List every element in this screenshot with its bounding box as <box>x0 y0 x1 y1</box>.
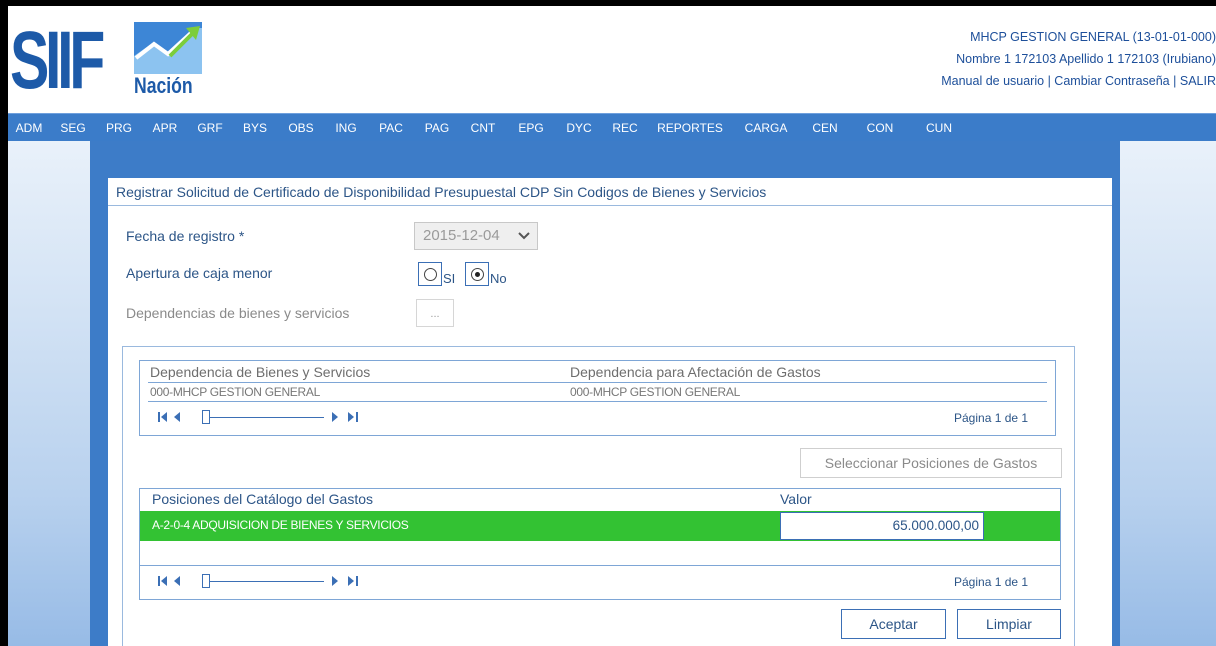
logo-text: SIIF <box>10 15 105 106</box>
logo-chart-icon <box>134 22 202 74</box>
menu-item-obs[interactable]: OBS <box>278 114 324 142</box>
menu-item-cun[interactable]: CUN <box>910 114 968 142</box>
user-info: MHCP GESTION GENERAL (13-01-01-000) Nomb… <box>941 26 1216 92</box>
cell-dependencia-gastos: 000-MHCP GESTION GENERAL <box>570 385 740 399</box>
page-slider-handle[interactable] <box>202 410 210 424</box>
fecha-value: 2015-12-04 <box>423 227 500 244</box>
logo-subtitle: Nación <box>134 73 193 98</box>
fecha-select[interactable]: 2015-12-04 <box>414 222 538 250</box>
menu-item-ing[interactable]: ING <box>324 114 368 142</box>
first-page-icon[interactable] <box>158 575 188 587</box>
select-positions-button[interactable]: Seleccionar Posiciones de Gastos <box>800 448 1062 478</box>
menu-item-pac[interactable]: PAC <box>368 114 414 142</box>
header: SIIF Nación MHCP GESTION GENERAL (13-01-… <box>8 6 1216 113</box>
radio-no-label: No <box>490 271 507 286</box>
radio-si[interactable] <box>418 262 442 286</box>
header-divider <box>148 382 1047 383</box>
pager-1: Página 1 de 1 <box>158 409 1048 427</box>
menu-item-cen[interactable]: CEN <box>800 114 850 142</box>
menu-item-rec[interactable]: REC <box>602 114 648 142</box>
menu-item-prg[interactable]: PRG <box>96 114 142 142</box>
menu-item-bys[interactable]: BYS <box>232 114 278 142</box>
link-separator: | <box>1173 74 1177 88</box>
org-name: MHCP GESTION GENERAL (13-01-01-000) <box>970 30 1216 44</box>
user-name: Nombre 1 172103 Apellido 1 172103 (Irubi… <box>956 52 1216 66</box>
menu-item-epg[interactable]: EPG <box>506 114 556 142</box>
main-menu: ADM SEG PRG APR GRF BYS OBS ING PAC PAG … <box>8 113 1216 141</box>
chevron-down-icon <box>517 223 531 258</box>
menu-item-adm[interactable]: ADM <box>8 114 50 142</box>
first-page-icon[interactable] <box>158 411 188 423</box>
header-links: Manual de usuario | Cambiar Contraseña |… <box>941 70 1216 92</box>
dependencias-picker-button[interactable]: ... <box>416 299 454 327</box>
radio-si-dot <box>424 268 437 281</box>
menu-item-dyc[interactable]: DYC <box>556 114 602 142</box>
col-header-dependencia-gastos: Dependencia para Afectación de Gastos <box>570 364 821 380</box>
menu-item-apr[interactable]: APR <box>142 114 188 142</box>
page-slider-track[interactable] <box>210 417 324 418</box>
pager-2: Página 1 de 1 <box>158 573 1048 591</box>
col-header-dependencia-bys: Dependencia de Bienes y Servicios <box>150 364 371 380</box>
menu-item-reportes[interactable]: REPORTES <box>648 114 732 142</box>
fecha-label: Fecha de registro * <box>126 228 245 244</box>
pagination-text: Página 1 de 1 <box>954 411 1029 425</box>
posiciones-grid: Posiciones del Catálogo del Gastos Valor… <box>139 488 1061 600</box>
clear-button[interactable]: Limpiar <box>957 609 1061 639</box>
radio-no[interactable] <box>465 262 489 286</box>
valor-input[interactable]: 65.000.000,00 <box>780 512 984 540</box>
cell-posicion: A-2-0-4 ADQUISICION DE BIENES Y SERVICIO… <box>152 518 409 532</box>
dependencias-label: Dependencias de bienes y servicios <box>126 305 350 321</box>
accept-button[interactable]: Aceptar <box>841 609 946 639</box>
change-password-link[interactable]: Cambiar Contraseña <box>1054 74 1169 88</box>
form-title: Registrar Solicitud de Certificado de Di… <box>116 184 767 200</box>
menu-item-carga[interactable]: CARGA <box>732 114 800 142</box>
col-header-valor: Valor <box>780 491 812 507</box>
link-separator: | <box>1047 74 1051 88</box>
col-header-posiciones: Posiciones del Catálogo del Gastos <box>152 491 374 507</box>
radio-si-label: SI <box>443 271 456 286</box>
page-slider-track[interactable] <box>210 581 324 582</box>
page-slider-handle[interactable] <box>202 574 210 588</box>
logout-link[interactable]: SALIR <box>1180 74 1216 88</box>
pagination-text: Página 1 de 1 <box>954 575 1029 589</box>
menu-item-con[interactable]: CON <box>850 114 910 142</box>
dependencias-grid: Dependencia de Bienes y Servicios Depend… <box>139 360 1056 436</box>
menu-item-seg[interactable]: SEG <box>50 114 96 142</box>
menu-item-pag[interactable]: PAG <box>414 114 460 142</box>
last-page-icon[interactable] <box>330 575 360 587</box>
grid-bottom-divider <box>140 565 1060 566</box>
manual-link[interactable]: Manual de usuario <box>941 74 1044 88</box>
menu-item-grf[interactable]: GRF <box>188 114 232 142</box>
row-divider <box>148 401 1047 402</box>
menu-item-cnt[interactable]: CNT <box>460 114 506 142</box>
caja-menor-label: Apertura de caja menor <box>126 265 273 281</box>
cell-dependencia-bys: 000-MHCP GESTION GENERAL <box>150 385 320 399</box>
table-row[interactable]: A-2-0-4 ADQUISICION DE BIENES Y SERVICIO… <box>140 511 1060 541</box>
last-page-icon[interactable] <box>330 411 360 423</box>
title-divider <box>108 205 1112 206</box>
radio-no-dot <box>471 268 484 281</box>
siif-logo: SIIF Nación <box>10 18 210 104</box>
